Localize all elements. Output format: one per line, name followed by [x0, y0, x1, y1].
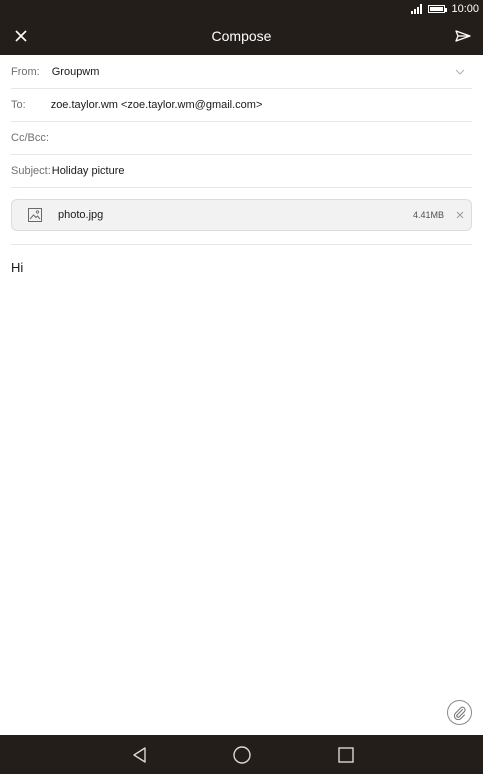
back-icon[interactable] — [131, 746, 149, 764]
attachment-size: 4.41MB — [412, 210, 444, 220]
remove-attachment-icon[interactable] — [455, 210, 465, 220]
compose-screen: 10:00 Compose From: Groupwm To: zoe.tayl… — [0, 0, 483, 774]
home-icon[interactable] — [232, 745, 252, 765]
cc-bcc-label: Cc/Bcc: — [11, 131, 49, 144]
subject-row[interactable]: Subject: Holiday picture — [11, 154, 472, 188]
status-time: 10:00 — [451, 2, 479, 15]
to-row[interactable]: To: zoe.taylor.wm <zoe.taylor.wm@gmail.c… — [11, 88, 472, 122]
from-account-select[interactable]: Groupwm — [52, 66, 100, 78]
subject-field[interactable]: Holiday picture — [52, 165, 125, 177]
status-indicators: 10:00 — [411, 0, 479, 17]
message-body[interactable]: Hi — [11, 260, 23, 275]
page-title: Compose — [211, 28, 272, 44]
from-row[interactable]: From: Groupwm — [11, 55, 472, 89]
attachment-name: photo.jpg — [58, 209, 104, 221]
from-label: From: — [11, 65, 40, 78]
attach-button[interactable] — [447, 700, 472, 725]
attachment-item[interactable]: photo.jpg 4.41MB — [11, 199, 472, 231]
image-icon — [28, 208, 42, 222]
close-icon[interactable] — [10, 25, 32, 47]
chevron-down-icon[interactable] — [454, 66, 466, 78]
recent-apps-icon[interactable] — [337, 746, 355, 764]
signal-icon — [411, 3, 423, 14]
send-icon[interactable] — [453, 26, 473, 46]
divider — [11, 244, 472, 245]
status-bar: 10:00 — [0, 0, 483, 17]
app-bar: Compose — [0, 17, 483, 55]
to-field[interactable]: zoe.taylor.wm <zoe.taylor.wm@gmail.com> — [51, 99, 263, 111]
cc-bcc-row[interactable]: Cc/Bcc: — [11, 121, 472, 155]
subject-label: Subject: — [11, 164, 51, 177]
to-label: To: — [11, 98, 26, 111]
paperclip-icon — [453, 706, 466, 720]
navigation-bar — [0, 735, 483, 774]
battery-icon — [428, 4, 448, 13]
